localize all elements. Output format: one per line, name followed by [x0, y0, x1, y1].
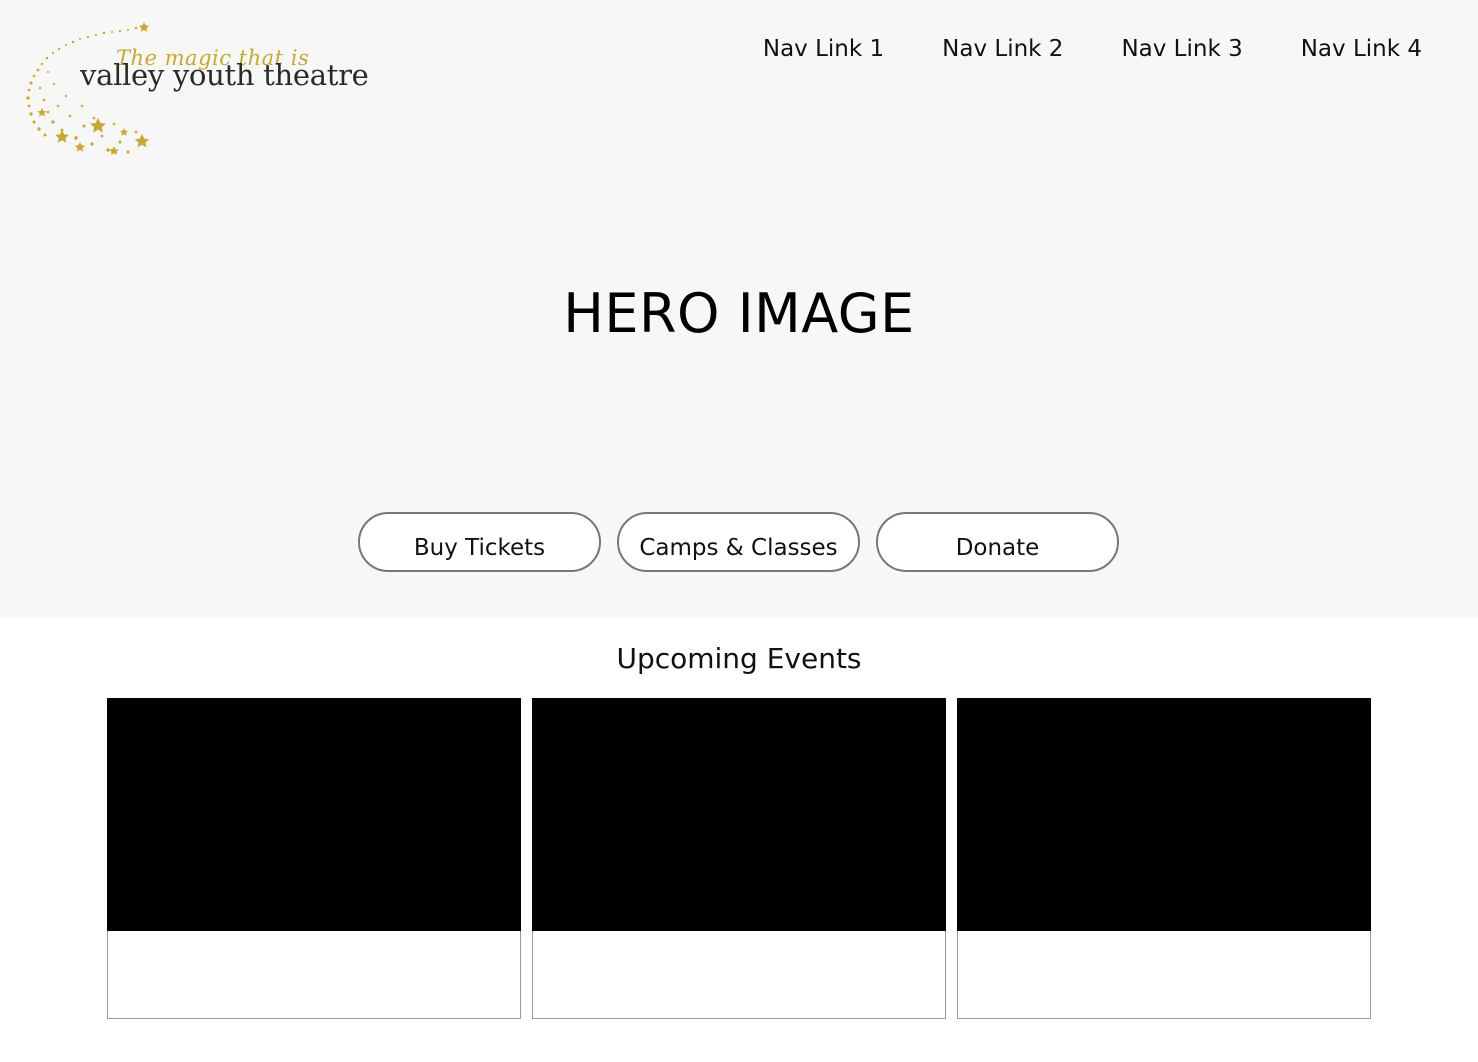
event-card-body	[958, 931, 1370, 1018]
camps-classes-button[interactable]: Camps & Classes	[617, 512, 860, 572]
buy-tickets-button[interactable]: Buy Tickets	[358, 512, 601, 572]
event-card[interactable]	[107, 698, 521, 1019]
event-card-body	[108, 931, 520, 1018]
logo-wordmark: valley youth theatre	[80, 58, 369, 92]
event-cards	[107, 698, 1371, 1019]
hero-section: The magic that is valley youth theatre N…	[0, 0, 1478, 618]
main-nav: Nav Link 1 Nav Link 2 Nav Link 3 Nav Lin…	[705, 32, 1422, 66]
nav-link-1[interactable]: Nav Link 1	[763, 32, 884, 66]
nav-link-2[interactable]: Nav Link 2	[942, 32, 1063, 66]
shooting-stars-icon	[26, 22, 150, 155]
site-logo[interactable]: The magic that is valley youth theatre	[18, 18, 369, 168]
upcoming-events-heading: Upcoming Events	[616, 642, 862, 675]
nav-link-4[interactable]: Nav Link 4	[1301, 32, 1422, 66]
hero-image-placeholder: HERO IMAGE	[563, 282, 915, 345]
event-card-image[interactable]	[532, 698, 946, 931]
nav-link-3[interactable]: Nav Link 3	[1121, 32, 1242, 66]
event-card-body	[533, 931, 945, 1018]
donate-button[interactable]: Donate	[876, 512, 1119, 572]
event-card[interactable]	[532, 698, 946, 1019]
hero-cta-group: Buy Tickets Camps & Classes Donate	[358, 512, 1119, 572]
event-card-image[interactable]	[107, 698, 521, 931]
event-card[interactable]	[957, 698, 1371, 1019]
event-card-image[interactable]	[957, 698, 1371, 931]
